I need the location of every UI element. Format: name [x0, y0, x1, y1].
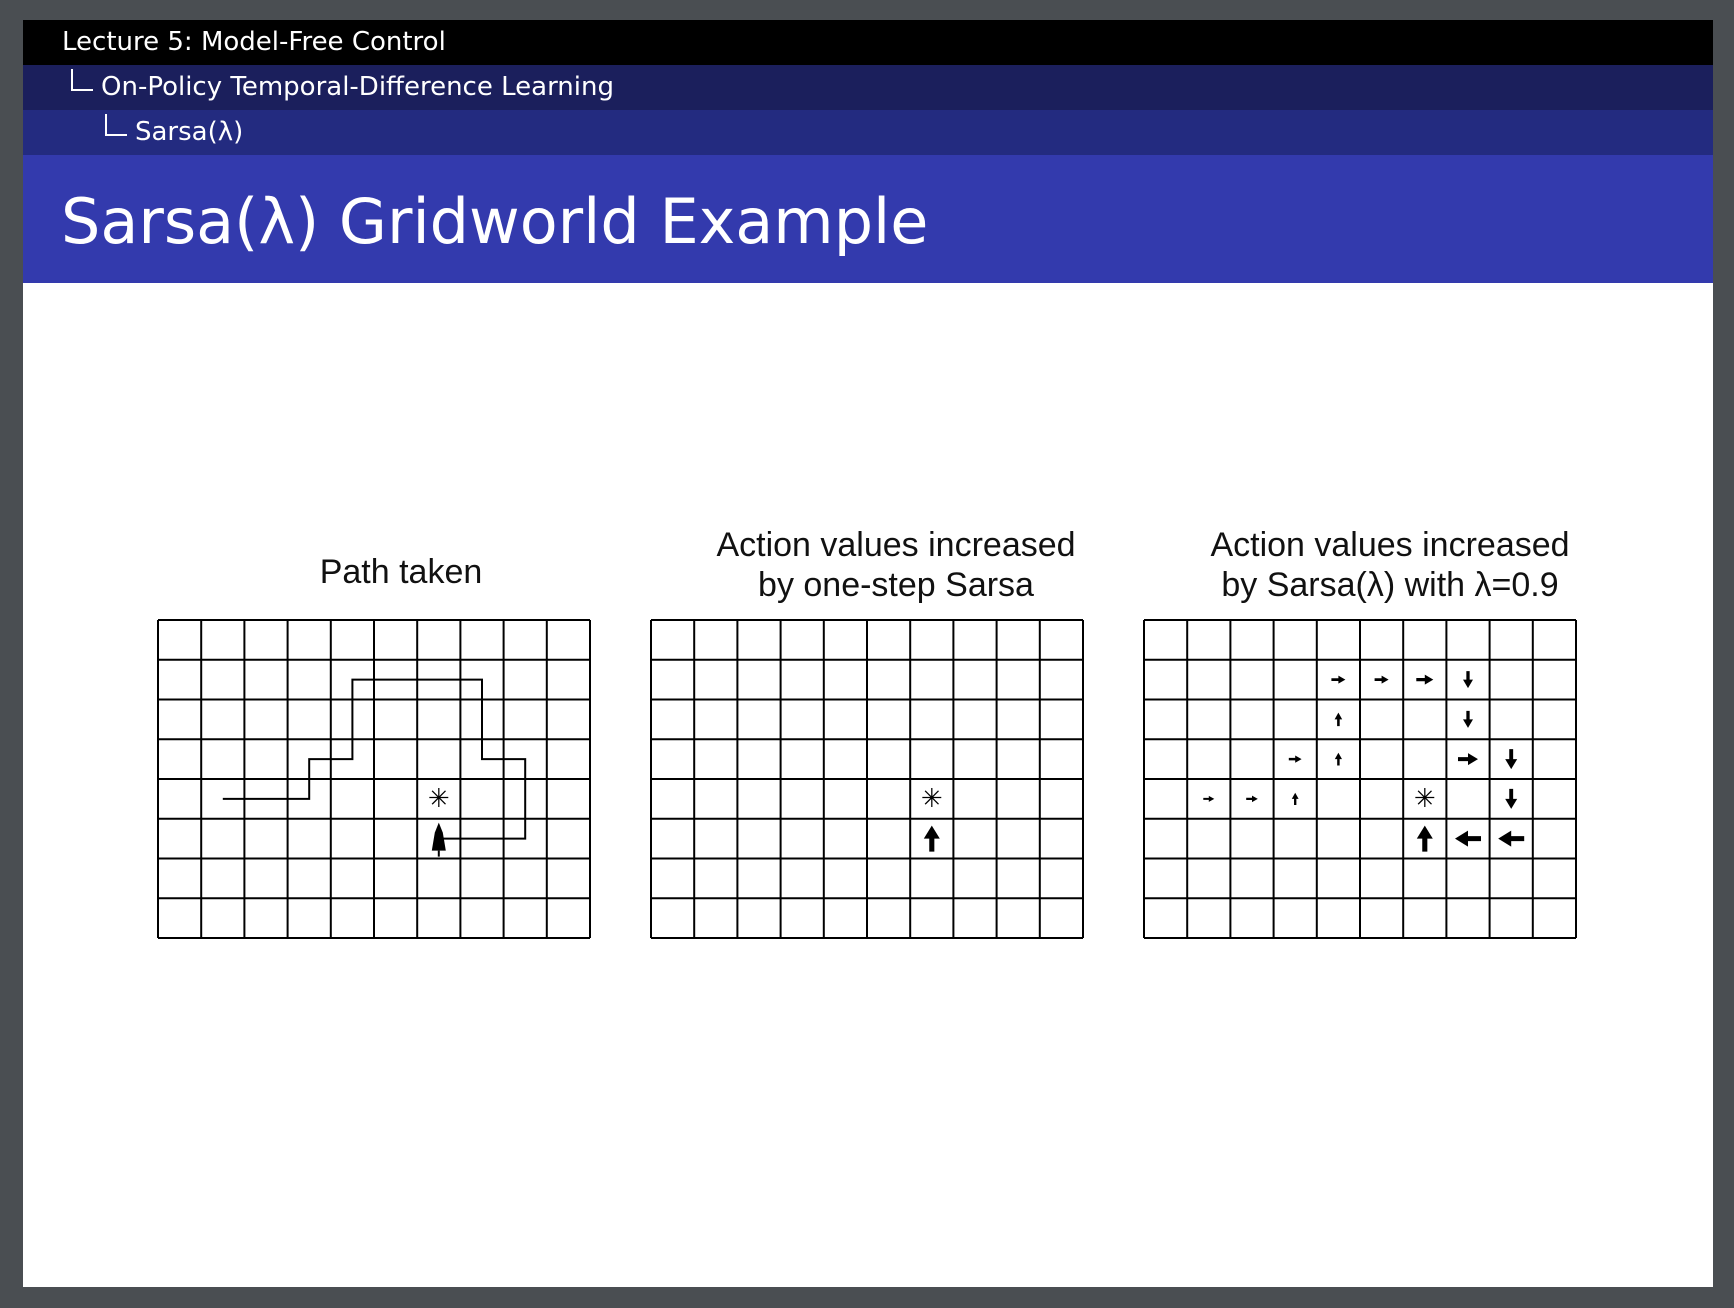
- slide: Lecture 5: Model-Free Control On-Policy …: [23, 20, 1713, 1287]
- action-arrow-icon: [1463, 671, 1473, 689]
- panel-1-grid: ✳: [157, 619, 591, 939]
- panel-3-grid: ✳: [1143, 619, 1577, 939]
- goal-star-icon: ✳: [921, 784, 943, 814]
- action-arrow-icon: [1416, 825, 1433, 852]
- action-arrow-icon: [1291, 792, 1299, 805]
- action-arrow-icon: [1331, 675, 1346, 684]
- action-arrow-icon: [923, 825, 940, 852]
- goal-star-icon: ✳: [1414, 784, 1436, 814]
- action-arrow-icon: [1498, 830, 1525, 847]
- action-arrow-icon: [1505, 788, 1518, 809]
- action-arrow-icon: [1416, 674, 1434, 685]
- goal-star-icon: ✳: [428, 784, 450, 814]
- action-arrow-icon: [1463, 710, 1473, 728]
- action-arrow-icon: [1334, 712, 1343, 727]
- action-arrow-icon: [1505, 749, 1518, 770]
- action-arrow-icon: [1288, 755, 1302, 763]
- action-arrow-icon: [1458, 753, 1478, 766]
- panel-2-grid: ✳: [650, 619, 1084, 939]
- agent-icon: [431, 822, 446, 851]
- action-arrow-icon: [1246, 795, 1258, 803]
- action-arrow-icon: [1374, 675, 1389, 684]
- action-arrow-icon: [1455, 830, 1481, 847]
- action-arrow-icon: [1334, 752, 1343, 766]
- action-arrow-icon: [1203, 795, 1215, 802]
- gridworld-figure: ✳ ✳ ✳: [157, 619, 1577, 939]
